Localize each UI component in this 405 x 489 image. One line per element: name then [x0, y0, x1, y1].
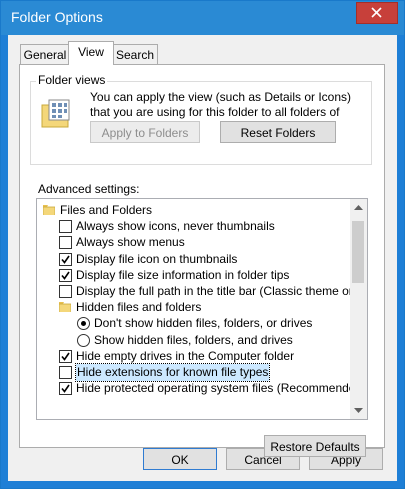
tree-row-label: Display file size information in folder … [76, 267, 290, 282]
tree-row-label: Files and Folders [60, 203, 153, 217]
tree-row-label: Always show menus [76, 235, 185, 250]
apply-to-folders-button[interactable]: Apply to Folders [90, 121, 200, 143]
tree-scrollbar[interactable] [350, 199, 367, 419]
checkbox-checked[interactable] [59, 268, 72, 282]
tree-row-label: Hidden files and folders [76, 300, 202, 315]
checkmark-icon [61, 271, 70, 280]
checkmark-icon [61, 384, 70, 394]
chevron-down-icon [354, 408, 363, 413]
tree-row-label: Show hidden files, folders, and drives [94, 332, 293, 347]
tree-row-checkbox[interactable]: Always show menus [37, 234, 349, 251]
tree-row-folder: Hidden files and folders [37, 299, 349, 316]
radio-unselected[interactable] [77, 333, 90, 347]
checkmark-icon [61, 255, 70, 264]
checkmark-icon [61, 352, 70, 361]
scroll-down-arrow[interactable] [350, 402, 367, 419]
tree-row-label: Display the full path in the title bar (… [76, 284, 368, 298]
reset-folders-label: Reset Folders [240, 126, 316, 140]
tree-row-checkbox[interactable]: Display file icon on thumbnails [37, 251, 349, 268]
tree-row-checkbox[interactable]: Always show icons, never thumbnails [37, 218, 349, 235]
checkbox-checked[interactable] [59, 382, 72, 396]
tab-general-label: General [23, 48, 67, 62]
ok-button[interactable]: OK [143, 448, 217, 470]
folder-options-window: Folder Options General View Search Folde… [0, 0, 405, 489]
dialog-client-area: General View Search Folder views You can… [8, 35, 397, 481]
radio-selected[interactable] [77, 317, 90, 331]
tree-row-folder: Files and Folders [37, 202, 349, 219]
close-button[interactable] [356, 2, 398, 24]
reset-folders-button[interactable]: Reset Folders [220, 121, 336, 143]
tree-row-label: Always show icons, never thumbnails [76, 219, 275, 234]
checkbox-checked[interactable] [59, 252, 72, 266]
tab-view[interactable]: View [68, 41, 114, 65]
tree-row-radio[interactable]: Show hidden files, folders, and drives [37, 332, 349, 349]
checkbox-unchecked[interactable] [59, 236, 72, 250]
tree-row-checkbox[interactable]: Display the full path in the title bar (… [37, 283, 367, 300]
close-icon [371, 7, 382, 18]
advanced-settings-tree[interactable]: Files and Folders Always show icons, neve… [36, 198, 368, 420]
checkbox-unchecked[interactable] [59, 366, 72, 379]
advanced-settings-label: Advanced settings: [38, 182, 140, 196]
view-tab-panel: Folder views You can apply the view (suc… [19, 64, 385, 457]
title-bar[interactable]: Folder Options [1, 1, 404, 35]
tree-row-checkbox[interactable]: Hide extensions for known file types [37, 363, 349, 382]
tab-general[interactable]: General [20, 44, 70, 65]
apply-to-folders-label: Apply to Folders [101, 126, 189, 140]
radio-dot [81, 321, 86, 327]
tree-row-label: Hide protected operating system files (R… [76, 381, 367, 396]
tree-row-label: Hide extensions for known file types [74, 363, 271, 382]
checkbox-unchecked[interactable] [59, 220, 72, 234]
tree-row-checkbox[interactable]: Display file size information in folder … [37, 267, 349, 284]
restore-defaults-button[interactable]: Restore Defaults [264, 435, 366, 457]
chevron-up-icon [354, 205, 363, 210]
window-title: Folder Options [11, 9, 103, 25]
tab-search[interactable]: Search [112, 44, 158, 65]
restore-defaults-label: Restore Defaults [270, 440, 360, 454]
tree-row-radio[interactable]: Don't show hidden files, folders, or dri… [37, 315, 349, 332]
folder-icon [43, 205, 55, 215]
tab-search-label: Search [115, 48, 155, 62]
folder-views-legend: Folder views [36, 73, 108, 87]
folder-view-icon [41, 99, 70, 128]
ok-label: OK [171, 453, 189, 467]
scroll-thumb[interactable] [352, 221, 364, 283]
tab-view-label: View [78, 45, 104, 59]
tree-row-label: Don't show hidden files, folders, or dri… [94, 316, 313, 331]
checkbox-unchecked[interactable] [59, 285, 72, 298]
folder-icon [59, 302, 71, 313]
tree-row-checkbox[interactable]: Hide empty drives in the Computer folder [37, 348, 349, 365]
scroll-up-arrow[interactable] [350, 199, 367, 216]
checkbox-checked[interactable] [59, 349, 72, 363]
tree-row-label: Display file icon on thumbnails [76, 251, 238, 266]
tree-row-checkbox[interactable]: Hide protected operating system files (R… [37, 380, 366, 397]
tree-row-label: Hide empty drives in the Computer folder [76, 348, 295, 363]
